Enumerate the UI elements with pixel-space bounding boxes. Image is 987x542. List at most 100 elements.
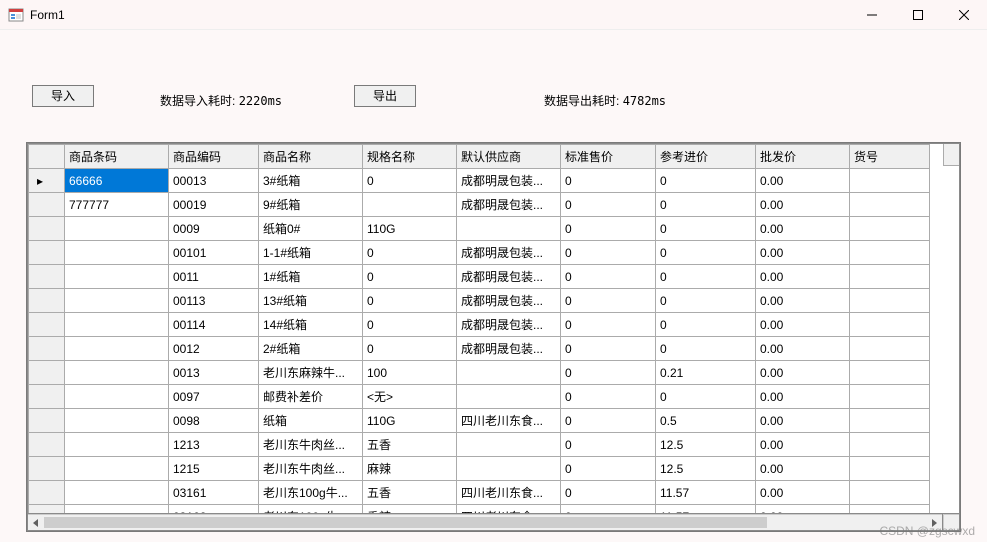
table-row[interactable]: 0011414#纸箱0成都明晟包装...000.00: [29, 313, 930, 337]
cell-spec[interactable]: 110G: [363, 409, 457, 433]
col-name[interactable]: 商品名称: [259, 145, 363, 169]
cell-std_price[interactable]: 0: [561, 193, 656, 217]
cell-spec[interactable]: 0: [363, 241, 457, 265]
row-header[interactable]: [29, 265, 65, 289]
cell-art_no[interactable]: [850, 193, 930, 217]
cell-supplier[interactable]: [457, 433, 561, 457]
cell-code[interactable]: 0012: [169, 337, 259, 361]
table-row[interactable]: 1215老川东牛肉丝...麻辣012.50.00: [29, 457, 930, 481]
export-button[interactable]: 导出: [354, 85, 416, 107]
cell-art_no[interactable]: [850, 385, 930, 409]
table-row[interactable]: 03162老川东100g牛...香辣四川老川东食...011.570.00: [29, 505, 930, 514]
cell-supplier[interactable]: [457, 217, 561, 241]
col-supplier[interactable]: 默认供应商: [457, 145, 561, 169]
cell-wholesale[interactable]: 0.00: [756, 169, 850, 193]
cell-code[interactable]: 0009: [169, 217, 259, 241]
cell-ref_price[interactable]: 12.5: [656, 457, 756, 481]
cell-supplier[interactable]: 成都明晟包装...: [457, 337, 561, 361]
cell-spec[interactable]: 0: [363, 169, 457, 193]
cell-art_no[interactable]: [850, 409, 930, 433]
cell-code[interactable]: 0097: [169, 385, 259, 409]
cell-name[interactable]: 3#纸箱: [259, 169, 363, 193]
cell-code[interactable]: 03162: [169, 505, 259, 514]
cell-supplier[interactable]: 成都明晟包装...: [457, 265, 561, 289]
cell-name[interactable]: 13#纸箱: [259, 289, 363, 313]
import-button[interactable]: 导入: [32, 85, 94, 107]
cell-wholesale[interactable]: 0.00: [756, 337, 850, 361]
table-row[interactable]: 0009纸箱0#110G000.00: [29, 217, 930, 241]
cell-supplier[interactable]: 成都明晟包装...: [457, 313, 561, 337]
maximize-button[interactable]: [895, 0, 941, 29]
cell-wholesale[interactable]: 0.00: [756, 409, 850, 433]
cell-code[interactable]: 00013: [169, 169, 259, 193]
cell-code[interactable]: 00114: [169, 313, 259, 337]
cell-ref_price[interactable]: 0: [656, 289, 756, 313]
cell-code[interactable]: 00019: [169, 193, 259, 217]
cell-art_no[interactable]: [850, 337, 930, 361]
cell-barcode[interactable]: [65, 385, 169, 409]
cell-std_price[interactable]: 0: [561, 409, 656, 433]
cell-name[interactable]: 2#纸箱: [259, 337, 363, 361]
cell-supplier[interactable]: [457, 385, 561, 409]
row-header[interactable]: [29, 385, 65, 409]
cell-spec[interactable]: 五香: [363, 433, 457, 457]
cell-supplier[interactable]: [457, 457, 561, 481]
cell-ref_price[interactable]: 0: [656, 169, 756, 193]
cell-spec[interactable]: 0: [363, 265, 457, 289]
cell-std_price[interactable]: 0: [561, 505, 656, 514]
cell-wholesale[interactable]: 0.00: [756, 385, 850, 409]
cell-name[interactable]: 14#纸箱: [259, 313, 363, 337]
cell-ref_price[interactable]: 0.5: [656, 409, 756, 433]
cell-std_price[interactable]: 0: [561, 481, 656, 505]
row-header[interactable]: [29, 193, 65, 217]
cell-supplier[interactable]: 四川老川东食...: [457, 481, 561, 505]
cell-std_price[interactable]: 0: [561, 241, 656, 265]
cell-wholesale[interactable]: 0.00: [756, 217, 850, 241]
row-header[interactable]: [29, 217, 65, 241]
cell-barcode[interactable]: [65, 313, 169, 337]
cell-wholesale[interactable]: 0.00: [756, 265, 850, 289]
cell-supplier[interactable]: 四川老川东食...: [457, 409, 561, 433]
cell-art_no[interactable]: [850, 457, 930, 481]
cell-barcode[interactable]: [65, 265, 169, 289]
cell-spec[interactable]: 100: [363, 361, 457, 385]
cell-spec[interactable]: 0: [363, 289, 457, 313]
cell-std_price[interactable]: 0: [561, 385, 656, 409]
cell-barcode[interactable]: [65, 217, 169, 241]
cell-supplier[interactable]: 成都明晟包装...: [457, 289, 561, 313]
cell-ref_price[interactable]: 12.5: [656, 433, 756, 457]
cell-art_no[interactable]: [850, 169, 930, 193]
cell-ref_price[interactable]: 11.57: [656, 505, 756, 514]
table-row[interactable]: 0097邮费补差价<无>000.00: [29, 385, 930, 409]
table-row[interactable]: 0011313#纸箱0成都明晟包装...000.00: [29, 289, 930, 313]
row-header[interactable]: [29, 409, 65, 433]
cell-std_price[interactable]: 0: [561, 265, 656, 289]
cell-spec[interactable]: [363, 193, 457, 217]
cell-name[interactable]: 邮费补差价: [259, 385, 363, 409]
cell-art_no[interactable]: [850, 361, 930, 385]
row-header[interactable]: [29, 505, 65, 514]
row-header[interactable]: [29, 241, 65, 265]
row-header[interactable]: [29, 289, 65, 313]
scroll-thumb[interactable]: [44, 517, 767, 528]
cell-wholesale[interactable]: 0.00: [756, 289, 850, 313]
cell-name[interactable]: 老川东100g牛...: [259, 481, 363, 505]
cell-code[interactable]: 0011: [169, 265, 259, 289]
cell-spec[interactable]: 香辣: [363, 505, 457, 514]
cell-wholesale[interactable]: 0.00: [756, 241, 850, 265]
col-wholesale[interactable]: 批发价: [756, 145, 850, 169]
cell-std_price[interactable]: 0: [561, 313, 656, 337]
cell-spec[interactable]: <无>: [363, 385, 457, 409]
cell-barcode[interactable]: [65, 433, 169, 457]
cell-wholesale[interactable]: 0.00: [756, 361, 850, 385]
cell-ref_price[interactable]: 0: [656, 193, 756, 217]
scroll-track[interactable]: [44, 515, 926, 530]
cell-ref_price[interactable]: 0: [656, 337, 756, 361]
cell-spec[interactable]: 五香: [363, 481, 457, 505]
row-header[interactable]: [29, 337, 65, 361]
scroll-left-arrow[interactable]: [28, 515, 44, 530]
cell-supplier[interactable]: [457, 361, 561, 385]
cell-barcode[interactable]: [65, 481, 169, 505]
cell-art_no[interactable]: [850, 217, 930, 241]
cell-spec[interactable]: 麻辣: [363, 457, 457, 481]
